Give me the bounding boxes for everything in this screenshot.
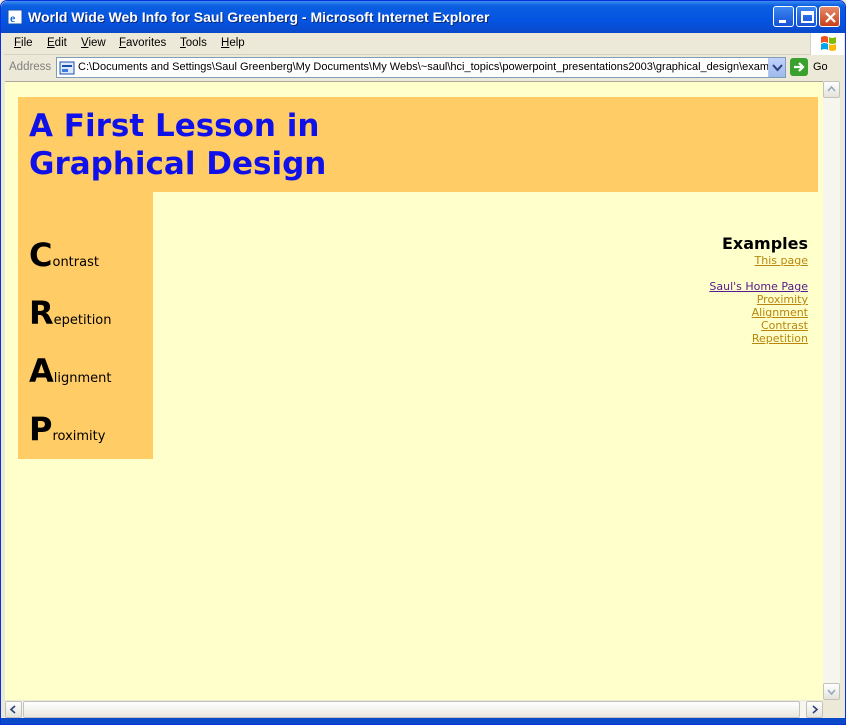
menu-edit[interactable]: Edit [47,37,67,49]
minimize-icon [779,20,786,23]
go-button[interactable]: Go [790,58,840,78]
link-proximity[interactable]: Proximity [709,293,808,306]
chevron-left-icon [9,705,16,714]
page-viewport: A First Lesson in Graphical Design Contr… [5,81,823,700]
menu-bar: File Edit View Favorites Tools Help [4,33,844,55]
ie-icon: e [7,9,23,25]
menu-favorites[interactable]: Favorites [119,37,166,49]
go-arrow-icon [790,58,808,76]
link-this-page[interactable]: This page [709,254,808,267]
maximize-button[interactable] [796,6,817,27]
crap-rest: lignment [53,371,112,386]
crap-letter: R [29,294,54,332]
crap-rest: ontrast [52,255,99,270]
windows-logo-icon [810,33,844,55]
crap-letter: P [29,410,53,448]
link-home-page[interactable]: Saul's Home Page [709,280,808,293]
link-contrast[interactable]: Contrast [709,319,808,332]
crap-rest: epetition [53,313,112,328]
page-icon [59,61,75,75]
link-repetition[interactable]: Repetition [709,332,808,345]
menu-view[interactable]: View [81,37,106,49]
menu-tools[interactable]: Tools [180,37,207,49]
svg-text:e: e [10,11,16,25]
examples-heading: Examples [721,234,808,253]
crap-sidebar: Contrast Repetition Alignment Proximity [18,192,153,459]
scroll-up-button[interactable] [823,81,840,98]
title-line-2: Graphical Design [29,146,327,182]
horizontal-scrollbar[interactable] [5,701,823,718]
scroll-left-button[interactable] [5,701,22,718]
horizontal-scroll-thumb[interactable] [23,701,800,718]
crap-rest: roximity [52,429,106,444]
crap-item-contrast: Contrast [29,236,99,274]
address-input[interactable]: C:\Documents and Settings\Saul Greenberg… [56,57,786,78]
window-bottom-border [1,718,845,724]
scroll-right-button[interactable] [806,701,823,718]
page-banner: A First Lesson in Graphical Design [18,97,818,192]
crap-letter: C [29,236,53,274]
crap-item-proximity: Proximity [29,410,105,448]
crap-letter: A [29,352,54,390]
menu-file[interactable]: File [14,37,33,49]
examples-panel: Examples This page Saul's Home Page Prox… [709,234,808,345]
address-dropdown-button[interactable] [768,58,785,77]
close-icon [825,12,836,23]
chevron-up-icon [827,85,836,92]
chevron-down-icon [827,689,836,696]
chevron-down-icon [772,64,783,72]
minimize-button[interactable] [773,6,794,27]
scroll-down-button[interactable] [823,683,840,700]
window-title: World Wide Web Info for Saul Greenberg -… [28,9,490,25]
address-bar: Address C:\Documents and Settings\Saul G… [4,56,844,80]
scrollbar-corner [823,701,840,718]
go-label: Go [813,61,828,73]
browser-window: e World Wide Web Info for Saul Greenberg… [0,0,846,725]
vertical-scrollbar[interactable] [823,81,840,700]
address-url: C:\Documents and Settings\Saul Greenberg… [78,61,768,73]
maximize-icon [801,11,814,23]
crap-item-repetition: Repetition [29,294,112,332]
title-bar[interactable]: e World Wide Web Info for Saul Greenberg… [1,1,845,33]
page-title: A First Lesson in Graphical Design [29,107,429,183]
title-line-1: A First Lesson in [29,108,320,144]
address-label: Address [9,61,52,73]
link-alignment[interactable]: Alignment [709,306,808,319]
crap-item-alignment: Alignment [29,352,111,390]
menu-help[interactable]: Help [221,37,245,49]
chevron-right-icon [812,705,819,714]
close-button[interactable] [819,6,840,27]
